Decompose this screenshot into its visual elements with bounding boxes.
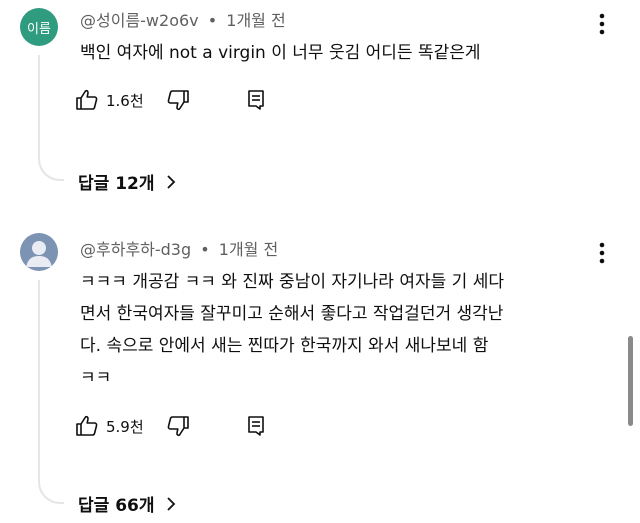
like-count: 1.6천 — [106, 91, 144, 110]
author-handle[interactable]: @후하후하-d3g — [80, 240, 191, 259]
replies-toggle[interactable]: 답글 12개 — [78, 169, 177, 194]
comment-line: 다. 속으로 안에서 새는 찐따가 한국까지 와서 새나보네 함 — [80, 336, 489, 356]
like-count: 5.9천 — [106, 417, 144, 436]
comment-time[interactable]: 1개월 전 — [226, 11, 285, 30]
like-button[interactable]: 5.9천 — [75, 414, 144, 438]
reply-button[interactable] — [244, 414, 268, 438]
thumbs-up-icon — [75, 414, 99, 438]
comment-time[interactable]: 1개월 전 — [219, 240, 278, 259]
comment-line: ㅋㅋㅋ 개공감 ㅋㅋ 와 진짜 중남이 자기나라 여자들 기 세다 — [80, 272, 504, 292]
comment-text: ㅋㅋㅋ 개공감 ㅋㅋ 와 진짜 중남이 자기나라 여자들 기 세다 면서 한국여… — [80, 266, 610, 394]
thumbs-down-icon — [166, 88, 190, 112]
comment-actions: 1.6천 — [75, 88, 268, 112]
chevron-right-icon — [165, 496, 177, 512]
more-vert-icon[interactable] — [592, 12, 612, 36]
reply-button[interactable] — [244, 88, 268, 112]
dislike-button[interactable] — [166, 88, 190, 112]
default-avatar-icon — [20, 233, 58, 271]
separator-dot: • — [207, 11, 218, 30]
comment-line: 면서 한국여자들 잘꾸미고 순해서 좋다고 작업걸던거 생각난 — [80, 304, 504, 324]
avatar[interactable]: 이름 — [20, 8, 58, 46]
replies-toggle[interactable]: 답글 66개 — [78, 491, 177, 516]
comment-header: @후하후하-d3g • 1개월 전 — [80, 236, 278, 260]
comment-line: ㅋㅋ — [80, 368, 112, 388]
reply-icon — [244, 414, 268, 438]
scrollbar-thumb[interactable] — [628, 336, 633, 426]
comment-header: @성이름-w2o6v • 1개월 전 — [80, 7, 286, 31]
replies-count: 답글 66개 — [78, 496, 155, 516]
author-handle[interactable]: @성이름-w2o6v — [80, 11, 199, 30]
avatar[interactable] — [20, 233, 58, 271]
thread-connector — [38, 280, 64, 504]
comment-text: 백인 여자에 not a virgin 이 너무 웃김 어디든 똑같은게 — [80, 37, 600, 69]
comment-line: 백인 여자에 not a virgin 이 너무 웃김 어디든 똑같은게 — [80, 43, 481, 63]
chevron-right-icon — [165, 174, 177, 190]
thread-connector — [38, 55, 64, 181]
reply-icon — [244, 88, 268, 112]
more-vert-icon[interactable] — [592, 241, 612, 265]
comment-actions: 5.9천 — [75, 414, 268, 438]
replies-count: 답글 12개 — [78, 174, 155, 194]
thumbs-down-icon — [166, 414, 190, 438]
thumbs-up-icon — [75, 88, 99, 112]
like-button[interactable]: 1.6천 — [75, 88, 144, 112]
separator-dot: • — [200, 240, 210, 259]
dislike-button[interactable] — [166, 414, 190, 438]
